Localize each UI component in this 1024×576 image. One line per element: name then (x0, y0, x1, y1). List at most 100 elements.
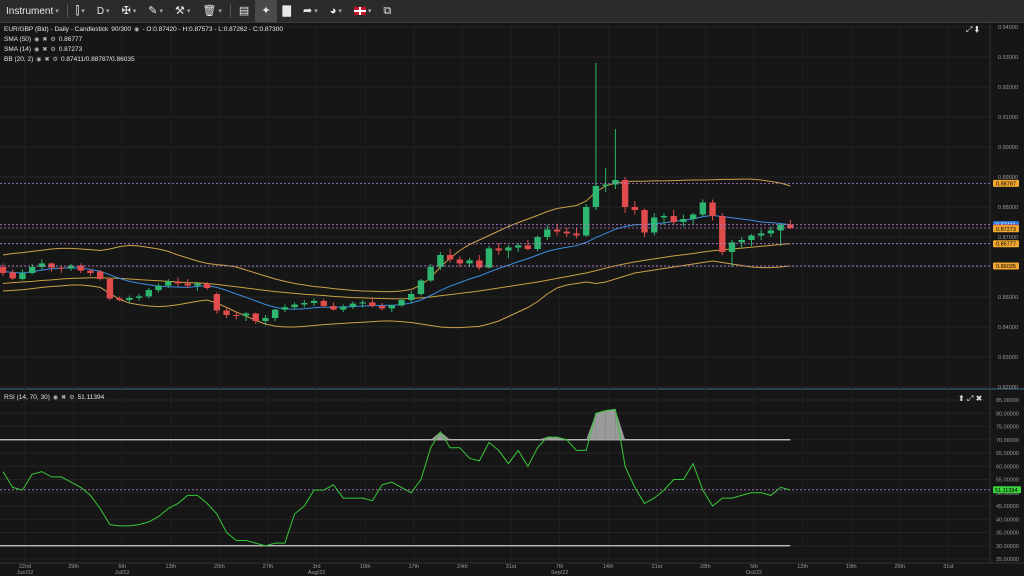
candle-body (340, 306, 347, 310)
candle-body (563, 231, 570, 234)
share-icon: ➦ (303, 4, 313, 17)
close-icon[interactable]: ✖ (42, 46, 47, 53)
price-tick-label: 0.91000 (998, 115, 1018, 121)
candle-body (349, 303, 357, 307)
time-tick-label: 21st (652, 564, 663, 570)
indicator-value: 0.87411/0.88787/0.86035 (60, 56, 135, 63)
theme-button[interactable]: ◕ ▾ (324, 0, 348, 22)
download-icon[interactable]: ⬇ (975, 25, 980, 34)
rsi-pane-controls: ⬆ ⤢ ✖ (958, 394, 982, 404)
candle-body (476, 260, 483, 268)
layout-button[interactable]: ▤ (233, 0, 255, 22)
rsi-tick-label: 30.00000 (996, 544, 1019, 550)
candle-body (660, 216, 668, 218)
close-icon[interactable]: ✖ (42, 36, 47, 43)
gear-icon[interactable]: ⚙ (50, 46, 55, 53)
indicator-name: SMA (14) (4, 46, 32, 53)
crosshair-button[interactable]: ✦ (255, 0, 277, 22)
popout-button[interactable]: ⧉ (377, 0, 397, 22)
candle-body (0, 267, 7, 273)
chevron-down-icon: ▾ (338, 8, 342, 15)
chart-type-button[interactable]: ⫿ ▾ (70, 0, 91, 22)
eye-icon[interactable]: ◉ (34, 36, 39, 43)
candle-body (310, 300, 318, 303)
pencil-icon: ✎ (148, 4, 158, 17)
rsi-tick-label: 80.00000 (996, 411, 1019, 417)
indicator-value: 51.11394 (77, 394, 105, 401)
time-tick-month: Aug/22 (308, 570, 325, 576)
time-tick-label: 27th (263, 564, 274, 570)
candle-body (738, 240, 745, 243)
price-tick-label: 0.85000 (998, 295, 1018, 301)
chevron-down-icon: ▾ (218, 8, 222, 15)
candle-body (699, 202, 707, 215)
candle-body (106, 279, 114, 299)
time-tick-label: 17th (408, 564, 419, 570)
eye-icon[interactable]: ◉ (36, 56, 41, 63)
eye-icon[interactable]: ◉ (53, 394, 58, 401)
price-tag-label: 0.88787 (996, 181, 1016, 187)
indicator-value: 0.87273 (58, 46, 83, 53)
price-tick-label: 0.87000 (998, 235, 1018, 241)
candle-body (446, 255, 454, 260)
expand-icon[interactable]: ⤢ (966, 25, 972, 34)
candle-body (87, 270, 94, 273)
candle-body (369, 302, 376, 306)
candle-body (165, 281, 172, 286)
chevron-down-icon: ▾ (81, 8, 85, 15)
candle-body (544, 229, 551, 237)
candle-body (271, 309, 279, 318)
share-button[interactable]: ➦ ▾ (297, 0, 324, 22)
candle-body (621, 180, 629, 207)
candlestick-icon: ⫿ (75, 4, 80, 17)
price-tag-label: 0.86035 (996, 264, 1016, 270)
candle-body (466, 260, 473, 264)
gear-icon[interactable]: ⚙ (69, 394, 74, 401)
timeframe-label: D (96, 5, 105, 17)
candle-body (184, 283, 191, 286)
price-tick-label: 0.82000 (998, 385, 1018, 391)
candle-body (612, 180, 619, 185)
candle-body (281, 307, 289, 310)
eye-icon[interactable]: ◉ (34, 46, 39, 53)
rsi-tick-label: 75.00000 (996, 425, 1019, 431)
toolbar-divider (229, 4, 231, 18)
chart-area[interactable]: 0.940000.930000.920000.910000.900000.890… (0, 23, 1024, 576)
indicators-button[interactable]: ✠ ▾ (116, 0, 143, 22)
candle-body (359, 302, 366, 304)
candle-body (155, 285, 162, 291)
close-icon[interactable]: ✖ (61, 394, 66, 401)
candle-body (495, 248, 502, 251)
time-tick-label: 19th (846, 564, 857, 570)
toolbar-divider (66, 4, 68, 18)
bar-chart-button[interactable]: ▇ (277, 0, 297, 22)
legend-bb: BB (20, 2) ◉ ✖ ⚙ 0.87411/0.88787/0.86035 (4, 56, 135, 63)
close-icon[interactable]: ✖ (976, 394, 983, 403)
rsi-overbought-fill (605, 409, 616, 440)
timeframe-selector[interactable]: D ▾ (91, 0, 116, 22)
candle-body (126, 297, 133, 300)
indicator-name: RSI (14, 70, 30) (4, 394, 50, 401)
instrument-selector[interactable]: Instrument ▾ (0, 0, 65, 22)
eye-icon[interactable]: ◉ (134, 26, 139, 33)
price-tick-label: 0.84000 (998, 325, 1018, 331)
tools-button[interactable]: ⚒ ▾ (169, 0, 196, 22)
drawing-tools-button[interactable]: ✎ ▾ (142, 0, 169, 22)
gear-icon[interactable]: ⚙ (53, 56, 58, 63)
gear-icon[interactable]: ⚙ (50, 36, 55, 43)
time-tick-label: 10th (360, 564, 371, 570)
expand-icon[interactable]: ⤢ (967, 394, 973, 403)
candle-body (583, 207, 590, 236)
language-button[interactable]: ▾ (348, 0, 378, 22)
candle-body (524, 245, 532, 249)
move-up-icon[interactable]: ⬆ (958, 394, 965, 403)
time-tick-label: 12th (797, 564, 808, 570)
time-tick-label: 29th (68, 564, 79, 570)
rsi-overbought-fill (595, 410, 606, 440)
delete-drawings-button[interactable]: 🗑 ▾ (196, 0, 227, 22)
indicator-name: BB (20, 2) (4, 56, 34, 63)
rsi-tick-label: 25.00000 (996, 557, 1019, 563)
candle-body (408, 294, 415, 300)
price-tag-label: 0.87273 (996, 227, 1016, 233)
close-icon[interactable]: ✖ (45, 56, 50, 63)
